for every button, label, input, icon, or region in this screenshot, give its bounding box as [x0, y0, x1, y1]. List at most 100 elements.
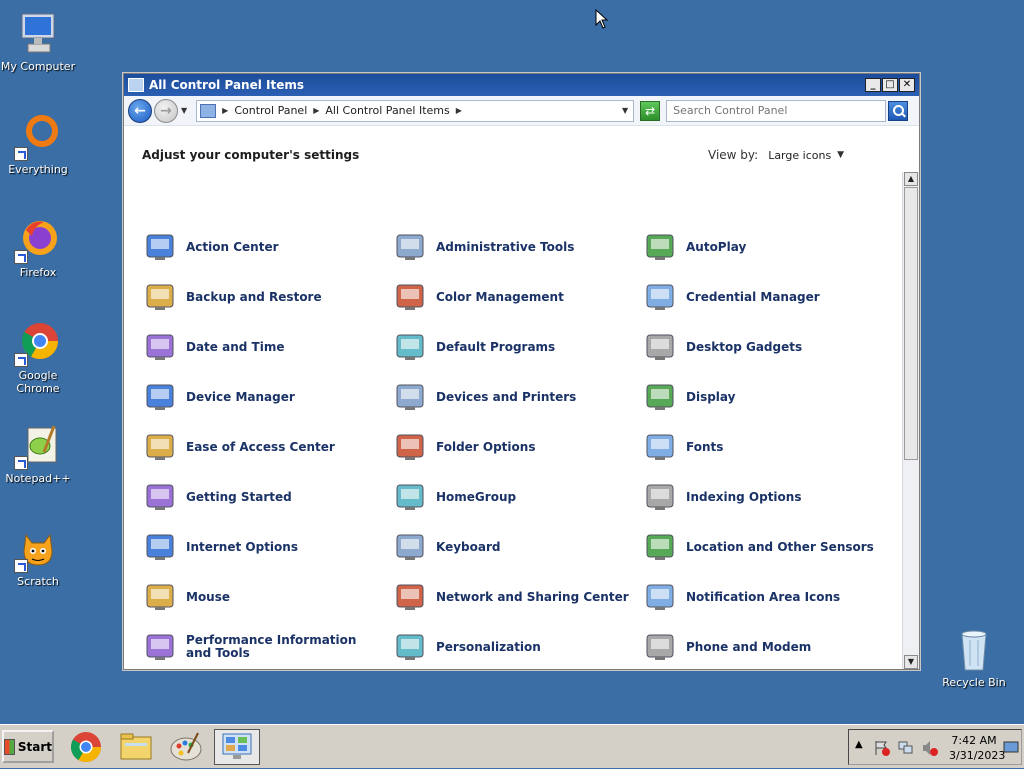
vertical-scrollbar[interactable]: ▲ ▼	[902, 172, 919, 669]
cp-item[interactable]: Device Manager	[143, 377, 383, 417]
recent-pages-dropdown[interactable]: ▼	[181, 106, 187, 115]
cp-item-label: Internet Options	[186, 539, 298, 554]
minimize-button[interactable]: _	[865, 78, 881, 92]
taskbar-paint-button[interactable]	[168, 729, 204, 765]
cp-item[interactable]: Color Management	[393, 277, 633, 317]
cp-item[interactable]: Internet Options	[143, 527, 383, 567]
cp-item-label: Personalization	[436, 639, 541, 654]
notification-icon	[643, 580, 677, 614]
desktop-icon-label: My Computer	[0, 60, 76, 73]
cp-item[interactable]: Credential Manager	[643, 277, 883, 317]
shortcut-arrow-icon	[14, 147, 28, 161]
view-by-control[interactable]: View by: Large icons ▼	[708, 148, 844, 162]
desktop-icon-label: Google Chrome	[16, 369, 60, 395]
start-button[interactable]: Start	[2, 730, 54, 763]
taskbar-control-panel-button[interactable]	[214, 729, 260, 765]
mouse-cursor-icon	[595, 9, 609, 29]
show-desktop-icon[interactable]	[1003, 739, 1019, 755]
show-hidden-icons-button[interactable]: ▲	[855, 739, 863, 750]
chevron-down-icon[interactable]: ▼	[837, 150, 844, 160]
location-icon	[643, 530, 677, 564]
taskbar-explorer-button[interactable]	[118, 729, 154, 765]
cp-item[interactable]: Default Programs	[393, 327, 633, 367]
cp-item[interactable]: Desktop Gadgets	[643, 327, 883, 367]
action-center-flag-icon[interactable]	[873, 739, 891, 757]
cp-item[interactable]: Location and Other Sensors	[643, 527, 883, 567]
cp-item-label: Date and Time	[186, 339, 285, 354]
cp-item[interactable]: Display	[643, 377, 883, 417]
admin-tools-icon	[393, 230, 427, 264]
desktop-icon-scratch[interactable]: Scratch	[0, 525, 76, 588]
view-by-value[interactable]: Large icons	[768, 149, 831, 162]
cp-item[interactable]: Getting Started	[143, 477, 383, 517]
breadcrumb-all-control-panel-items[interactable]: All Control Panel Items	[325, 104, 449, 117]
scroll-up-button[interactable]: ▲	[904, 172, 918, 186]
title-bar[interactable]: All Control Panel Items _ □ ✕	[124, 74, 919, 96]
chevron-right-icon[interactable]: ▶	[222, 106, 228, 115]
cp-item[interactable]: HomeGroup	[393, 477, 633, 517]
taskbar: Start ▲ 7:42 AM 3/31/2023	[0, 724, 1024, 768]
cp-item[interactable]: Performance Information and Tools	[143, 627, 383, 667]
address-bar[interactable]: ▶ Control Panel ▶ All Control Panel Item…	[196, 99, 635, 122]
volume-muted-icon[interactable]	[921, 739, 939, 757]
search-icon[interactable]	[888, 100, 909, 121]
desktop-icon-my-computer[interactable]: My Computer	[0, 10, 76, 73]
calendar-clock-icon	[143, 330, 177, 364]
scroll-thumb[interactable]	[904, 187, 918, 460]
cp-item[interactable]: Personalization	[393, 627, 633, 667]
computer-icon	[14, 10, 62, 58]
cp-item-label: Getting Started	[186, 489, 292, 504]
network-icon[interactable]	[897, 739, 915, 757]
forward-button[interactable]: →	[154, 98, 178, 123]
chevron-right-icon[interactable]: ▶	[313, 106, 319, 115]
search-input[interactable]	[666, 99, 887, 122]
shortcut-arrow-icon	[14, 353, 28, 367]
cp-item[interactable]: Mouse	[143, 577, 383, 617]
fonts-icon	[643, 430, 677, 464]
scroll-down-button[interactable]: ▼	[904, 655, 918, 669]
items-list: Action Center Administrative Tools AutoPla…	[124, 172, 902, 669]
clock[interactable]: 7:42 AM 3/31/2023	[949, 733, 1005, 763]
cp-item-label: Location and Other Sensors	[686, 539, 874, 554]
autoplay-icon	[643, 230, 677, 264]
cp-item[interactable]: Date and Time	[143, 327, 383, 367]
cp-item-label: Desktop Gadgets	[686, 339, 803, 354]
window-title: All Control Panel Items	[149, 78, 305, 92]
cp-item[interactable]: Network and Sharing Center	[393, 577, 633, 617]
desktop-icon-everything[interactable]: Everything	[0, 113, 76, 176]
address-dropdown-icon[interactable]: ▼	[622, 106, 628, 115]
cp-item[interactable]: Phone and Modem	[643, 627, 883, 667]
cp-item[interactable]: Notification Area Icons	[643, 577, 883, 617]
cp-item[interactable]: Folder Options	[393, 427, 633, 467]
cp-item-label: Mouse	[186, 589, 231, 604]
desktop-icon-recycle-bin[interactable]: Recycle Bin	[936, 626, 1012, 689]
refresh-button[interactable]: ⇄	[640, 100, 661, 121]
cp-item[interactable]: Backup and Restore	[143, 277, 383, 317]
system-tray: ▲ 7:42 AM 3/31/2023	[848, 729, 1022, 765]
everything-icon	[14, 113, 62, 161]
view-by-label: View by:	[708, 148, 759, 162]
back-button[interactable]: ←	[128, 98, 152, 123]
cp-item[interactable]: Administrative Tools	[393, 227, 633, 267]
cp-item-label: Default Programs	[436, 339, 556, 354]
cp-item[interactable]: Ease of Access Center	[143, 427, 383, 467]
cp-item-label: Display	[686, 389, 736, 404]
cp-item[interactable]: Action Center	[143, 227, 383, 267]
desktop-icon-firefox[interactable]: Firefox	[0, 216, 76, 279]
cp-item-label: Folder Options	[436, 439, 536, 454]
cp-item[interactable]: AutoPlay	[643, 227, 883, 267]
cp-item-label: Ease of Access Center	[186, 439, 335, 454]
desktop-icon-google-chrome[interactable]: Google Chrome	[0, 319, 76, 395]
taskbar-chrome-button[interactable]	[68, 729, 104, 765]
cp-item[interactable]: Devices and Printers	[393, 377, 633, 417]
cp-item[interactable]: Indexing Options	[643, 477, 883, 517]
indexing-icon	[643, 480, 677, 514]
cp-item[interactable]: Keyboard	[393, 527, 633, 567]
firefox-icon	[14, 216, 62, 264]
close-button[interactable]: ✕	[899, 78, 915, 92]
desktop-icon-notepad-plus-plus[interactable]: Notepad++	[0, 422, 76, 485]
cp-item[interactable]: Fonts	[643, 427, 883, 467]
maximize-button[interactable]: □	[882, 78, 898, 92]
breadcrumb-control-panel[interactable]: Control Panel	[234, 104, 307, 117]
chevron-right-icon[interactable]: ▶	[456, 106, 462, 115]
